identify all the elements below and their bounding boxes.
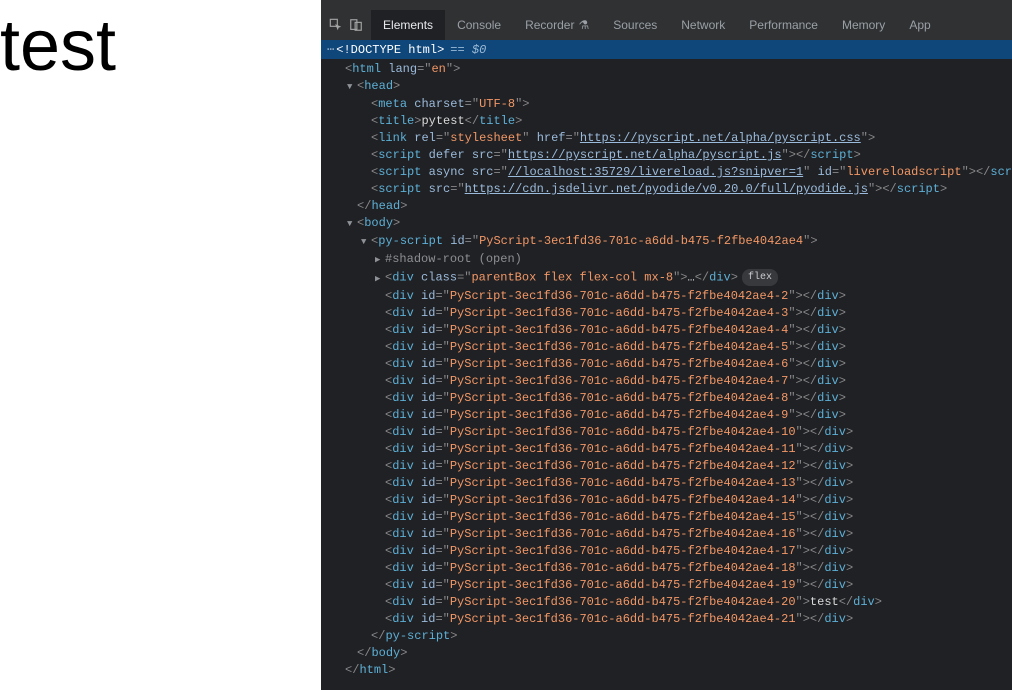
pyscript-div[interactable]: <div id="PyScript-3ec1fd36-701c-a6dd-b47… [327,560,1012,577]
pyscript-div[interactable]: <div id="PyScript-3ec1fd36-701c-a6dd-b47… [327,424,1012,441]
pyscript-div[interactable]: <div id="PyScript-3ec1fd36-701c-a6dd-b47… [327,356,1012,373]
pyscript-div[interactable]: <div id="PyScript-3ec1fd36-701c-a6dd-b47… [327,305,1012,322]
parentbox-div[interactable]: <div class="parentBox flex flex-col mx-8… [327,269,1012,288]
pyscript-open[interactable]: <py-script id="PyScript-3ec1fd36-701c-a6… [327,233,1012,251]
pyscript-div[interactable]: <div id="PyScript-3ec1fd36-701c-a6dd-b47… [327,543,1012,560]
body-close[interactable]: </body> [327,645,1012,662]
script-pyscript[interactable]: <script defer src="https://pyscript.net/… [327,147,1012,164]
tab-recorder[interactable]: Recorder⚗ [513,10,601,40]
script-livereload[interactable]: <script async src="//localhost:35729/liv… [327,164,1012,181]
page-text: test [0,10,321,82]
pyscript-div[interactable]: <div id="PyScript-3ec1fd36-701c-a6dd-b47… [327,373,1012,390]
pyscript-div[interactable]: <div id="PyScript-3ec1fd36-701c-a6dd-b47… [327,509,1012,526]
tab-elements[interactable]: Elements [371,10,445,40]
pyscript-div[interactable]: <div id="PyScript-3ec1fd36-701c-a6dd-b47… [327,577,1012,594]
pyscript-div[interactable]: <div id="PyScript-3ec1fd36-701c-a6dd-b47… [327,526,1012,543]
pyscript-div[interactable]: <div id="PyScript-3ec1fd36-701c-a6dd-b47… [327,594,1012,611]
tab-memory[interactable]: Memory [830,10,897,40]
pyscript-div[interactable]: <div id="PyScript-3ec1fd36-701c-a6dd-b47… [327,322,1012,339]
shadow-root[interactable]: #shadow-root (open) [327,251,1012,269]
device-toggle-icon[interactable] [347,16,365,34]
pyscript-div[interactable]: <div id="PyScript-3ec1fd36-701c-a6dd-b47… [327,475,1012,492]
page-pane: test [0,0,321,690]
pyscript-div[interactable]: <div id="PyScript-3ec1fd36-701c-a6dd-b47… [327,611,1012,628]
ellipsis-icon: ⋯ [327,42,334,57]
flex-pill: flex [742,269,778,286]
tab-performance[interactable]: Performance [737,10,830,40]
doctype-row[interactable]: ⋯ <!DOCTYPE html> == $0 [321,40,1012,59]
head-open[interactable]: <head> [327,78,1012,96]
pyscript-div[interactable]: <div id="PyScript-3ec1fd36-701c-a6dd-b47… [327,339,1012,356]
meta-tag[interactable]: <meta charset="UTF-8"> [327,96,1012,113]
pyscript-div[interactable]: <div id="PyScript-3ec1fd36-701c-a6dd-b47… [327,441,1012,458]
tab-sources[interactable]: Sources [601,10,669,40]
pyscript-div[interactable]: <div id="PyScript-3ec1fd36-701c-a6dd-b47… [327,407,1012,424]
pyscript-div[interactable]: <div id="PyScript-3ec1fd36-701c-a6dd-b47… [327,288,1012,305]
tab-console[interactable]: Console [445,10,513,40]
link-tag[interactable]: <link rel="stylesheet" href="https://pys… [327,130,1012,147]
pyscript-div[interactable]: <div id="PyScript-3ec1fd36-701c-a6dd-b47… [327,390,1012,407]
devtools-toolbar: Elements Console Recorder⚗ Sources Netwo… [321,10,1012,40]
script-pyodide[interactable]: <script src="https://cdn.jsdelivr.net/py… [327,181,1012,198]
pyscript-close[interactable]: </py-script> [327,628,1012,645]
pyscript-div[interactable]: <div id="PyScript-3ec1fd36-701c-a6dd-b47… [327,492,1012,509]
title-tag[interactable]: <title>pytest</title> [327,113,1012,130]
dom-tree[interactable]: <html lang="en"> <head> <meta charset="U… [321,59,1012,685]
selected-marker: == $0 [450,43,486,57]
doctype-text: <!DOCTYPE html> [336,43,444,57]
flask-icon: ⚗ [578,18,589,32]
pyscript-div[interactable]: <div id="PyScript-3ec1fd36-701c-a6dd-b47… [327,458,1012,475]
html-open[interactable]: <html lang="en"> [327,61,1012,78]
inspect-icon[interactable] [327,16,345,34]
head-close[interactable]: </head> [327,198,1012,215]
devtools-panel: Elements Console Recorder⚗ Sources Netwo… [321,0,1012,690]
tab-network[interactable]: Network [669,10,737,40]
body-open[interactable]: <body> [327,215,1012,233]
devtools-tabs: Elements Console Recorder⚗ Sources Netwo… [371,10,943,40]
html-close[interactable]: </html> [327,662,1012,679]
tab-application[interactable]: App [897,10,942,40]
